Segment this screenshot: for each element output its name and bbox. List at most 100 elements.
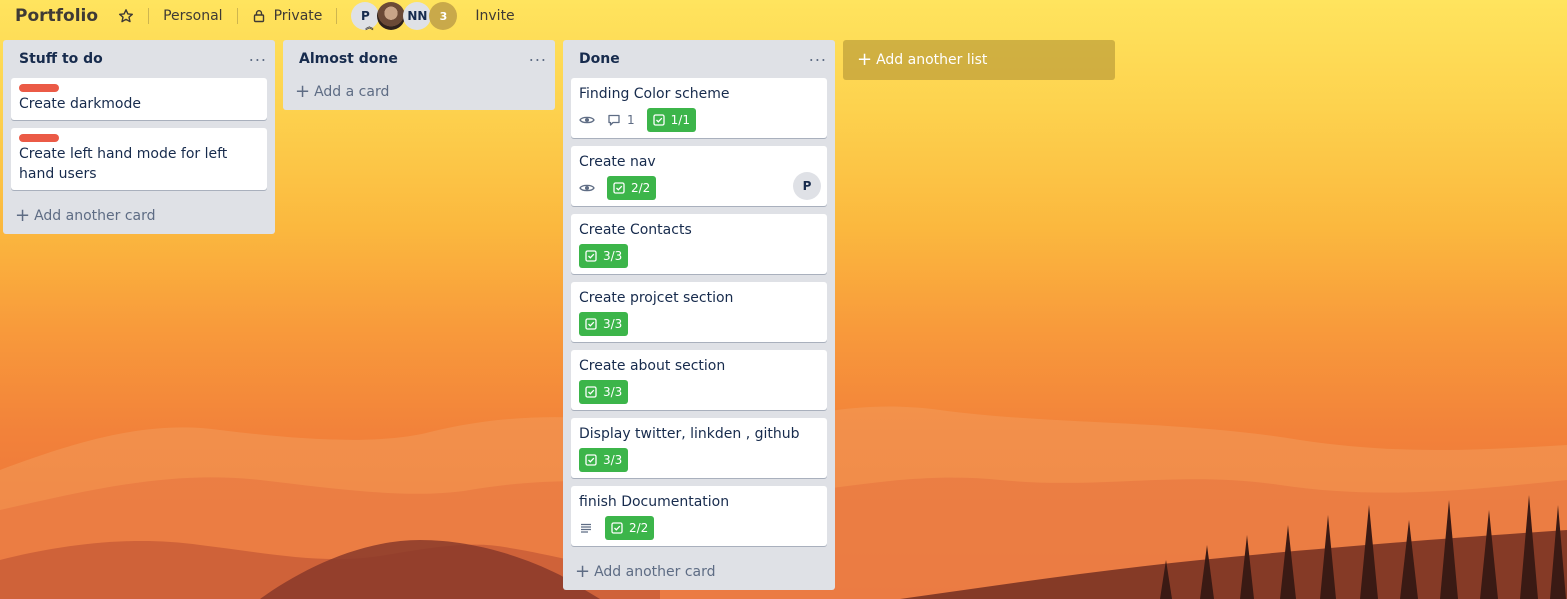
card-badges: 3/3 [579,244,819,268]
card-label-red[interactable] [19,84,59,92]
list-header: Almost done ... [283,40,555,78]
checklist-count: 1/1 [670,113,690,127]
list-title[interactable]: Almost done [299,51,398,67]
checklist-badge: 2/2 [605,516,655,540]
add-list-label: Add another list [876,52,988,68]
card-title: Create projcet section [579,290,734,306]
invite-button[interactable]: Invite [475,8,514,24]
list-menu-icon[interactable]: ... [809,48,827,67]
card[interactable]: Create darkmode [11,78,267,120]
card-badges: 1 1/1 [579,108,819,132]
checkbox-icon [652,114,665,126]
card[interactable]: finish Documentation 2/2 [571,486,827,546]
card-badges: 3/3 [579,312,819,336]
star-icon [119,9,134,23]
checklist-badge: 2/2 [607,176,657,200]
member-photo-avatar[interactable] [377,2,406,30]
card-badges: 3/3 [579,448,819,472]
list-almost-done: Almost done ... + Add a card [283,40,555,110]
checkbox-icon [585,386,597,398]
list-title[interactable]: Stuff to do [19,51,103,67]
add-card-button[interactable]: + Add a card [283,74,555,110]
card[interactable]: Create left hand mode for left hand user… [11,128,267,190]
card-title: Create left hand mode for left hand user… [19,146,228,182]
card-label-red[interactable] [19,134,59,142]
card-badges: 3/3 [579,380,819,404]
checklist-count: 3/3 [603,249,623,263]
member-avatar[interactable]: P ︽ [351,2,380,31]
list-header: Done ... [563,40,835,78]
description-icon [581,523,591,533]
header-divider [148,8,150,24]
card-container: Finding Color scheme 1 1/1 Create nav 2/… [563,78,835,546]
member-initials: P [360,9,370,23]
card-title: Create Contacts [579,222,692,238]
member-avatar[interactable]: NN [403,2,432,30]
card[interactable]: Display twitter, linkden , github 3/3 [571,418,827,478]
add-card-button[interactable]: + Add another card [3,198,275,234]
card[interactable]: Create Contacts 3/3 [571,214,827,274]
card[interactable]: Create nav 2/2 P [571,146,827,206]
list-header: Stuff to do ... [3,40,275,78]
card-container: Create darkmode Create left hand mode fo… [3,78,275,190]
board-title[interactable]: Portfolio [15,6,98,26]
checkbox-icon [611,522,623,534]
add-card-label: Add another card [34,208,156,224]
checklist-count: 3/3 [603,317,623,331]
card-title: Display twitter, linkden , github [579,426,800,442]
plus-icon: + [295,81,311,102]
card-member-avatar[interactable]: P [793,172,821,200]
card[interactable]: Create about section 3/3 [571,350,827,410]
card-title: Create darkmode [19,96,142,112]
add-list-button[interactable]: + Add another list [843,40,1115,80]
list-menu-icon[interactable]: ... [529,48,547,67]
board-header: Portfolio Personal Private P ︽ NN 3 Invi… [0,0,1567,32]
plus-icon: + [15,205,31,226]
list-title[interactable]: Done [579,51,620,67]
visibility-label: Private [273,8,323,24]
checkbox-icon [585,318,597,330]
admin-chevron-icon: ︽ [365,22,374,31]
board-members: P ︽ NN 3 [351,2,458,31]
watching-badge [579,182,595,194]
card-title: finish Documentation [579,494,730,510]
list-stuff-to-do: Stuff to do ... Create darkmode Create l… [3,40,275,234]
checklist-badge: 3/3 [579,244,629,268]
list-done: Done ... Finding Color scheme 1 1/1 Crea… [563,40,835,590]
star-button[interactable] [118,8,134,24]
checklist-badge: 1/1 [646,108,696,132]
comments-badge: 1 [607,113,635,127]
card[interactable]: Finding Color scheme 1 1/1 [571,78,827,138]
lock-icon [253,10,264,23]
checkbox-icon [585,454,597,466]
add-card-label: Add another card [594,564,716,580]
card-title: Create about section [579,358,726,374]
workspace-button[interactable]: Personal [163,8,223,24]
eye-icon [579,184,595,192]
card-badges: 2/2 [579,516,819,540]
header-divider [236,8,238,24]
checkbox-icon [585,250,597,262]
comment-count: 1 [627,113,635,127]
checklist-count: 3/3 [603,453,623,467]
add-card-button[interactable]: + Add another card [563,554,835,590]
card-title: Finding Color scheme [579,86,730,102]
plus-icon: + [857,49,873,70]
watching-badge [579,114,595,126]
plus-icon: + [575,561,591,582]
header-divider [336,8,338,24]
checklist-badge: 3/3 [579,380,629,404]
checklist-count: 3/3 [603,385,623,399]
list-menu-icon[interactable]: ... [249,48,267,67]
checklist-badge: 3/3 [579,312,629,336]
checkbox-icon [613,182,625,194]
checklist-badge: 3/3 [579,448,629,472]
card[interactable]: Create projcet section 3/3 [571,282,827,342]
card-title: Create nav [579,154,656,170]
card-badges: 2/2 [579,176,819,200]
visibility-button[interactable]: Private [252,8,323,24]
checklist-count: 2/2 [629,521,649,535]
more-members-count[interactable]: 3 [429,2,458,30]
checklist-count: 2/2 [631,181,651,195]
description-badge [579,522,593,534]
